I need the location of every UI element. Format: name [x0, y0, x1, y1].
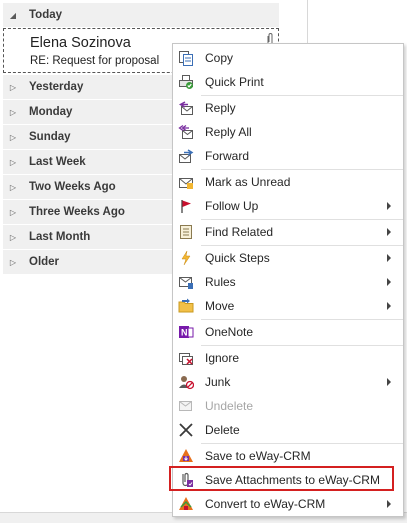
- flag-icon: [181, 200, 191, 213]
- menu-item-save-to-eway-crm[interactable]: Save to eWay-CRM: [173, 444, 403, 468]
- group-label: Monday: [29, 106, 73, 118]
- menu-item-move[interactable]: Move: [173, 294, 403, 318]
- collapse-triangle-icon[interactable]: ◢: [7, 11, 19, 20]
- menu-item-label: Quick Print: [205, 75, 264, 89]
- menu-item-label: Delete: [205, 423, 240, 437]
- message-subject: RE: Request for proposal: [30, 55, 160, 67]
- submenu-arrow-icon: [387, 202, 391, 210]
- submenu-arrow-icon: [387, 254, 391, 262]
- svg-text:N: N: [181, 328, 188, 338]
- expand-triangle-icon[interactable]: ▷: [7, 208, 19, 217]
- submenu-arrow-icon: [387, 278, 391, 286]
- expand-triangle-icon[interactable]: ▷: [7, 133, 19, 142]
- menu-item-label: Junk: [205, 375, 231, 389]
- menu-item-reply-all[interactable]: Reply All: [173, 120, 403, 144]
- menu-item-label: OneNote: [205, 325, 254, 339]
- menu-item-quick-steps[interactable]: Quick Steps: [173, 246, 403, 270]
- menu-item-label: Save to eWay-CRM: [205, 449, 311, 463]
- menu-item-reply[interactable]: Reply: [173, 96, 403, 120]
- menu-item-label: Follow Up: [205, 199, 259, 213]
- message-sender: Elena Sozinova: [30, 35, 131, 51]
- menu-item-label: Find Related: [205, 225, 274, 239]
- lightning-icon: [181, 250, 191, 266]
- menu-item-label: Move: [205, 299, 235, 313]
- menu-item-label: Copy: [205, 51, 234, 65]
- menu-item-mark-as-unread[interactable]: Mark as Unread: [173, 170, 403, 194]
- menu-item-convert-to-eway-crm[interactable]: Convert to eWay-CRM: [173, 492, 403, 516]
- expand-triangle-icon[interactable]: ▷: [7, 108, 19, 117]
- menu-item-label: Convert to eWay-CRM: [205, 497, 326, 511]
- highlight-annotation-box: [169, 466, 394, 491]
- menu-item-label: Ignore: [205, 351, 240, 365]
- menu-item-ignore[interactable]: Ignore: [173, 346, 403, 370]
- reply-icon: [178, 101, 193, 115]
- menu-item-label: Rules: [205, 275, 236, 289]
- menu-item-label: Quick Steps: [205, 251, 270, 265]
- group-label: Three Weeks Ago: [29, 206, 125, 218]
- move-folder-icon: [178, 298, 194, 313]
- menu-item-follow-up[interactable]: Follow Up: [173, 194, 403, 218]
- menu-item-undelete: Undelete: [173, 394, 403, 418]
- undelete-icon: [179, 401, 192, 411]
- group-label: Today: [29, 9, 63, 21]
- group-label: Last Month: [29, 231, 91, 243]
- menu-item-delete[interactable]: Delete: [173, 418, 403, 442]
- group-label: Last Week: [29, 156, 86, 168]
- delete-x-icon: [179, 423, 193, 437]
- group-header-today[interactable]: ◢ Today: [3, 3, 279, 27]
- rules-icon: [179, 277, 193, 289]
- eway-save-icon: [179, 449, 193, 462]
- menu-item-onenote[interactable]: N OneNote: [173, 320, 403, 344]
- menu-item-find-related[interactable]: Find Related: [173, 220, 403, 244]
- expand-triangle-icon[interactable]: ▷: [7, 83, 19, 92]
- menu-item-junk[interactable]: Junk: [173, 370, 403, 394]
- ignore-icon: [179, 353, 193, 365]
- submenu-arrow-icon: [387, 378, 391, 386]
- context-menu: Copy Quick Print Reply Reply All Forward…: [172, 43, 404, 517]
- group-label: Sunday: [29, 131, 71, 143]
- menu-item-label: Reply: [205, 101, 236, 115]
- junk-icon: [179, 376, 194, 390]
- menu-item-quick-print[interactable]: Quick Print: [173, 70, 403, 94]
- submenu-arrow-icon: [387, 302, 391, 310]
- group-label: Two Weeks Ago: [29, 181, 116, 193]
- menu-item-label: Reply All: [205, 125, 252, 139]
- submenu-arrow-icon: [387, 228, 391, 236]
- menu-item-label: Forward: [205, 149, 250, 163]
- onenote-icon: N: [179, 326, 194, 338]
- quick-print-icon: [179, 75, 193, 89]
- reply-all-icon: [178, 124, 193, 139]
- mark-unread-icon: [179, 178, 193, 189]
- eway-convert-icon: [179, 497, 193, 510]
- expand-triangle-icon[interactable]: ▷: [7, 183, 19, 192]
- menu-item-label: Undelete: [205, 399, 254, 413]
- submenu-arrow-icon: [387, 500, 391, 508]
- menu-item-forward[interactable]: Forward: [173, 144, 403, 168]
- copy-icon: [179, 51, 193, 66]
- menu-item-label: Mark as Unread: [205, 175, 291, 189]
- find-related-icon: [180, 225, 192, 239]
- expand-triangle-icon[interactable]: ▷: [7, 158, 19, 167]
- group-label: Older: [29, 256, 60, 268]
- menu-item-rules[interactable]: Rules: [173, 270, 403, 294]
- menu-item-copy[interactable]: Copy: [173, 46, 403, 70]
- expand-triangle-icon[interactable]: ▷: [7, 233, 19, 242]
- group-label: Yesterday: [29, 81, 84, 93]
- expand-triangle-icon[interactable]: ▷: [7, 258, 19, 267]
- forward-icon: [179, 149, 194, 163]
